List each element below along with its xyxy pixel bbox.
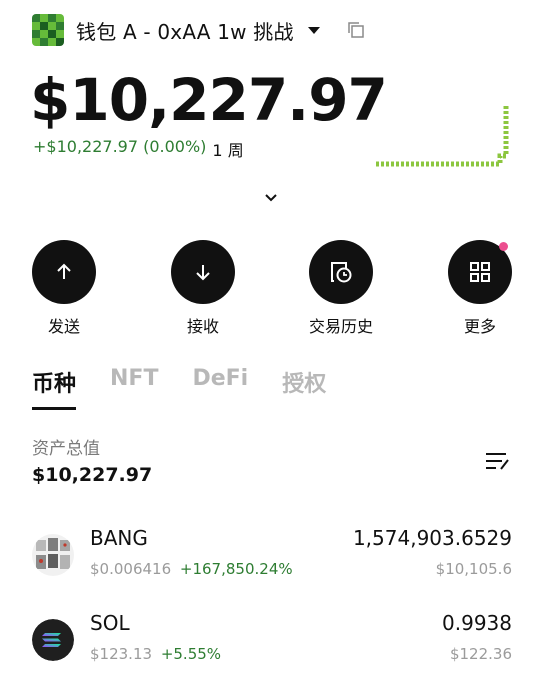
notification-dot [499,242,508,251]
balance-sparkline [376,104,509,167]
token-row-bang[interactable]: BANG $0.006416 +167,850.24% 1,574,903.65… [0,526,544,596]
arrow-down-icon [196,265,210,281]
grid-more-icon [470,262,490,282]
wallet-title[interactable]: 钱包 A - 0xAA 1w 挑战 [76,16,294,45]
tab-defi[interactable]: DeFi [192,366,248,410]
caret-down-icon[interactable] [307,26,320,34]
sort-filter-icon[interactable] [484,450,512,472]
chevron-down-icon[interactable] [263,192,279,204]
receive-circle[interactable] [171,240,235,304]
copy-icon[interactable] [346,20,366,40]
token-price: $123.13 [90,645,153,663]
wallet-selector[interactable]: 钱包 A - 0xAA 1w 挑战 [32,12,320,48]
token-value: $10,105.6 [435,560,512,578]
assets-total-value: $10,227.97 [32,464,153,486]
more-circle[interactable] [448,240,512,304]
token-change: +5.55% [160,645,222,663]
more-label: 更多 [463,317,496,336]
wallet-page: 钱包 A - 0xAA 1w 挑战 $10,227.97 +$10,227.97… [0,0,544,680]
balance-change: +$10,227.97 (0.00%) [33,137,207,156]
asset-tabs: 币种 NFT DeFi 授权 [32,366,360,410]
send-circle[interactable] [32,240,96,304]
balance-change-row: +$10,227.97 (0.00%) 1 周 [33,137,244,161]
tab-tokens[interactable]: 币种 [32,366,77,410]
solana-icon [32,619,74,661]
total-balance: $10,227.97 [30,66,388,134]
history-icon [331,262,352,283]
assets-total-label: 资产总值 [32,439,100,459]
token-quantity: 0.9938 [442,611,512,635]
more-button[interactable]: 更多 [435,240,525,337]
token-value: $122.36 [449,645,512,663]
receive-label: 接收 [186,317,219,336]
token-price-row: $0.006416 +167,850.24% [90,560,293,578]
tab-nft[interactable]: NFT [110,366,158,410]
arrow-up-icon [57,263,71,279]
history-circle[interactable] [309,240,373,304]
history-label: 交易历史 [308,317,373,336]
pixel-avatar-icon [32,14,64,46]
action-bar: 发送 接收 交易历史 更多 [0,240,544,340]
send-label: 发送 [47,317,80,336]
history-button[interactable]: 交易历史 [296,240,386,337]
token-row-sol[interactable]: SOL $123.13 +5.55% 0.9938 $122.36 [0,611,544,680]
token-change: +167,850.24% [179,560,293,578]
token-name: SOL [90,611,130,635]
token-quantity: 1,574,903.6529 [352,526,512,550]
tab-approvals[interactable]: 授权 [282,366,326,410]
token-price-row: $123.13 +5.55% [90,645,221,663]
send-button[interactable]: 发送 [19,240,109,337]
balance-period: 1 周 [212,141,244,160]
token-name: BANG [90,526,148,550]
receive-button[interactable]: 接收 [158,240,248,337]
bang-token-icon [32,534,74,576]
token-price: $0.006416 [90,560,172,578]
